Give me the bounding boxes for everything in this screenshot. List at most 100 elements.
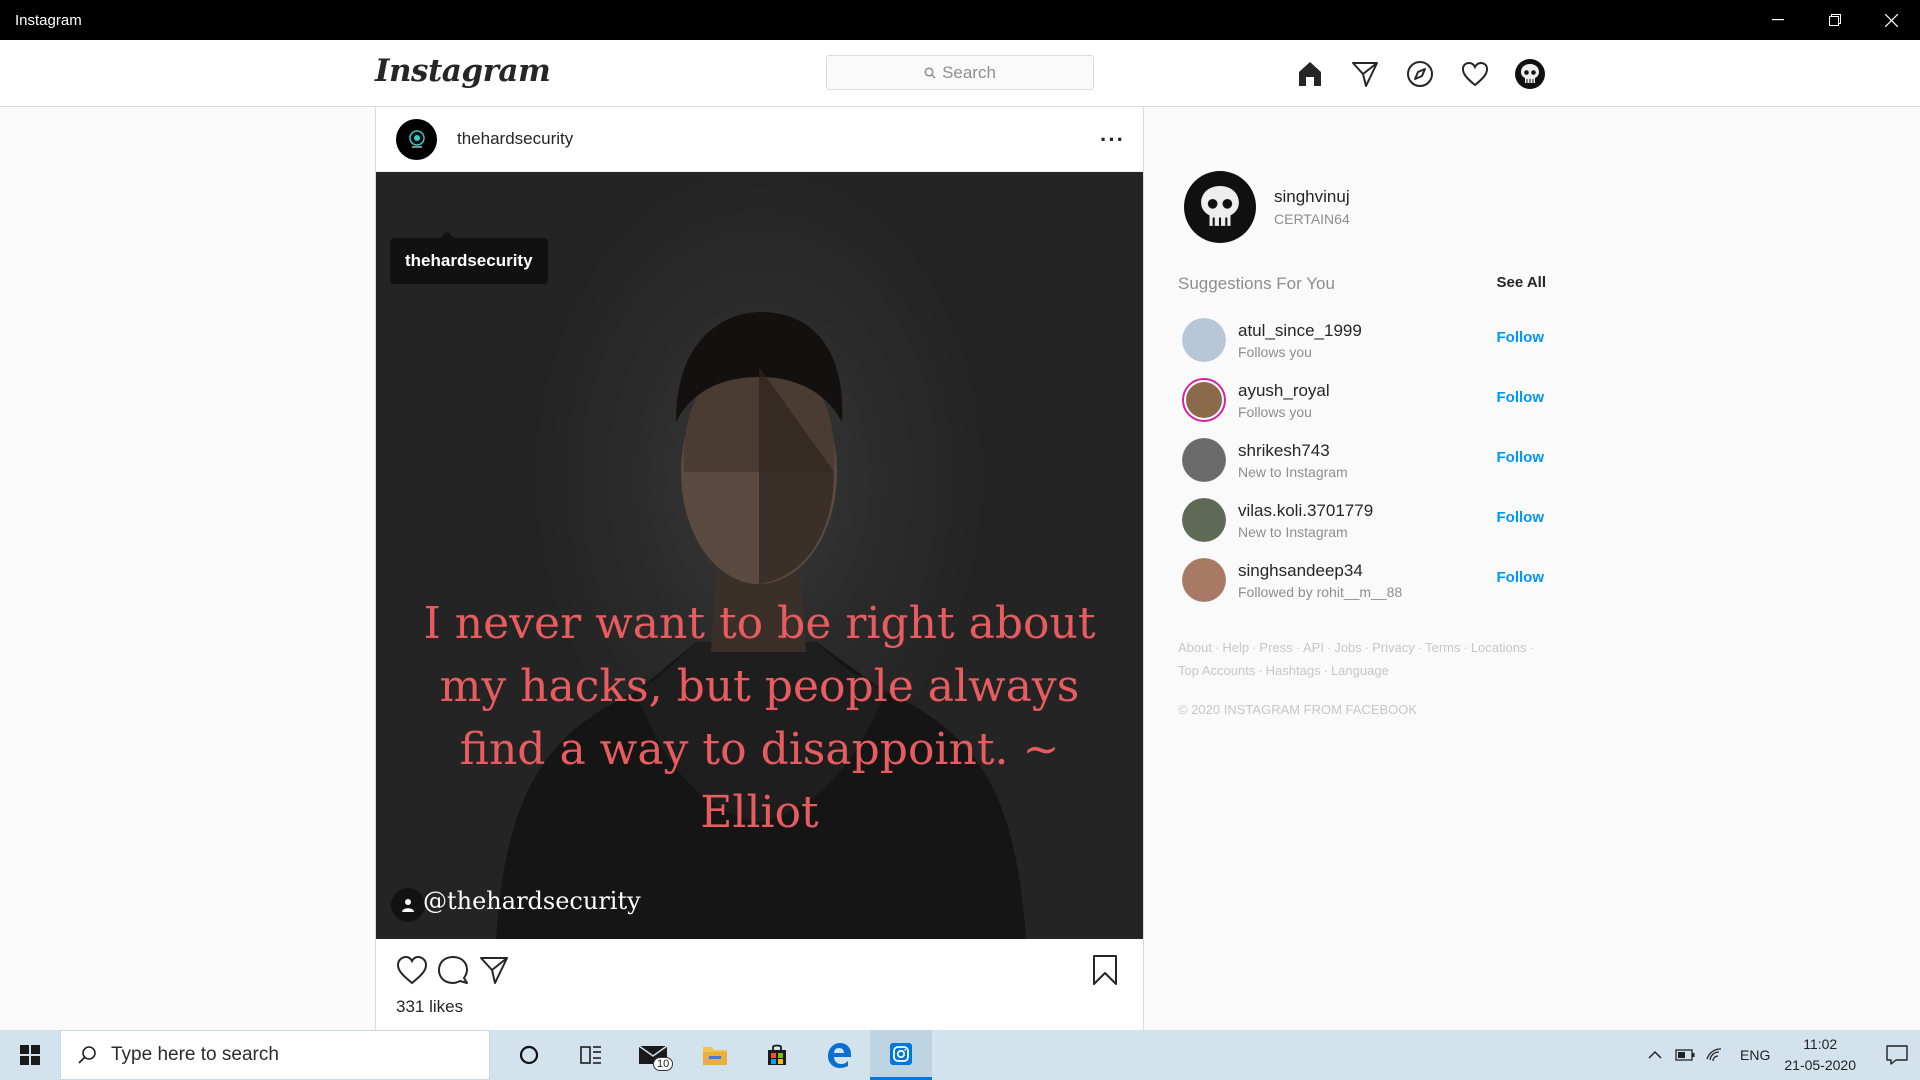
activity-heart-icon[interactable]	[1458, 57, 1492, 91]
suggestion-username[interactable]: singhsandeep34	[1238, 561, 1402, 581]
action-center-icon[interactable]	[1874, 1030, 1920, 1080]
task-view-icon[interactable]	[560, 1030, 622, 1080]
cortana-icon[interactable]	[498, 1030, 560, 1080]
search-placeholder: Search	[942, 62, 996, 82]
share-icon[interactable]	[476, 952, 512, 988]
current-user-avatar[interactable]	[1184, 171, 1256, 243]
clock-time: 11:02	[1803, 1036, 1838, 1052]
explore-icon[interactable]	[1403, 57, 1437, 91]
direct-icon[interactable]	[1348, 57, 1382, 91]
minimize-icon	[1771, 19, 1784, 21]
search-icon	[78, 1046, 96, 1064]
watermark-text: @thehardsecurity	[423, 887, 641, 915]
footer-link-terms[interactable]: Terms	[1425, 640, 1460, 655]
input-language[interactable]: ENG	[1740, 1047, 1770, 1063]
window-title: Instagram	[15, 11, 82, 29]
suggestion-subtitle: New to Instagram	[1238, 523, 1348, 540]
profile-avatar[interactable]	[1513, 57, 1547, 91]
suggestion-username[interactable]: ayush_royal	[1238, 381, 1330, 401]
current-user-username[interactable]: singhvinuj	[1274, 187, 1350, 207]
file-explorer-icon[interactable]	[684, 1030, 746, 1080]
chevron-up-icon[interactable]	[1640, 1030, 1670, 1080]
restore-icon	[1828, 14, 1841, 26]
footer-link-help[interactable]: Help	[1222, 640, 1249, 655]
wifi-icon[interactable]	[1700, 1030, 1730, 1080]
post-card: thehardsecurity ··· thehardsecurity I ne…	[375, 107, 1144, 1030]
suggestion-item: ayush_royal Follows you Follow	[1178, 370, 1546, 430]
post-actions	[394, 952, 1125, 992]
comment-icon[interactable]	[435, 952, 471, 988]
battery-icon[interactable]	[1670, 1030, 1700, 1080]
follow-button[interactable]: Follow	[1497, 569, 1545, 586]
edge-browser-icon[interactable]	[808, 1030, 870, 1080]
follow-button[interactable]: Follow	[1497, 329, 1545, 346]
suggestion-avatar[interactable]	[1182, 318, 1226, 362]
post-image[interactable]: thehardsecurity I never want to be right…	[376, 172, 1143, 939]
tag-tooltip[interactable]: thehardsecurity	[390, 231, 548, 284]
taskbar-search-input[interactable]: Type here to search	[60, 1030, 490, 1080]
post-author-username[interactable]: thehardsecurity	[457, 129, 573, 149]
suggestion-avatar[interactable]	[1182, 438, 1226, 482]
tagged-user-icon[interactable]	[391, 888, 425, 922]
home-icon[interactable]	[1293, 57, 1327, 91]
suggestion-subtitle: Followed by rohit__m__88	[1238, 583, 1403, 600]
clock-date: 21-05-2020	[1784, 1057, 1856, 1073]
post-author-avatar[interactable]	[396, 118, 437, 160]
current-user-name: CERTAIN64	[1274, 211, 1350, 227]
system-tray: ENG 11:02 21-05-2020	[1640, 1030, 1920, 1080]
taskbar-apps: 10	[498, 1030, 932, 1080]
close-button[interactable]	[1863, 0, 1920, 40]
footer-link-api[interactable]: API	[1303, 640, 1324, 655]
follow-button[interactable]: Follow	[1497, 449, 1545, 466]
footer-link-about[interactable]: About	[1178, 640, 1212, 655]
taskbar-search-placeholder: Type here to search	[111, 1044, 279, 1065]
search-input[interactable]: Search	[826, 55, 1094, 90]
right-sidebar: singhvinuj CERTAIN64 Suggestions For You…	[1178, 170, 1548, 717]
footer-link-locations[interactable]: Locations	[1471, 640, 1527, 655]
restore-button[interactable]	[1806, 0, 1863, 40]
suggestion-avatar-story-ring[interactable]	[1182, 378, 1226, 422]
quote-text: I never want to be right about my hacks,…	[423, 598, 1096, 838]
mail-icon[interactable]: 10	[622, 1030, 684, 1080]
footer-link-privacy[interactable]: Privacy	[1372, 640, 1415, 655]
minimize-button[interactable]	[1749, 0, 1806, 40]
system-clock[interactable]: 11:02 21-05-2020	[1784, 1034, 1856, 1076]
suggestion-avatar[interactable]	[1182, 558, 1226, 602]
mail-badge: 10	[653, 1057, 674, 1071]
footer-link-jobs[interactable]: Jobs	[1334, 640, 1361, 655]
window-titlebar: Instagram	[0, 0, 1920, 40]
see-all-link[interactable]: See All	[1497, 274, 1546, 294]
current-user: singhvinuj CERTAIN64	[1178, 170, 1548, 244]
suggestion-avatar[interactable]	[1182, 498, 1226, 542]
close-icon	[1885, 13, 1898, 27]
instagram-header: Instagram Search	[0, 40, 1920, 107]
save-bookmark-icon[interactable]	[1087, 952, 1123, 988]
footer-link-hashtags[interactable]: Hashtags	[1266, 663, 1321, 678]
copyright-text: © 2020 INSTAGRAM FROM FACEBOOK	[1178, 702, 1418, 717]
suggestions-header: Suggestions For You See All	[1178, 274, 1546, 294]
suggestion-subtitle: New to Instagram	[1238, 463, 1348, 480]
suggestion-username[interactable]: shrikesh743	[1238, 441, 1348, 461]
suggestion-username[interactable]: atul_since_1999	[1238, 321, 1362, 341]
suggestion-item: atul_since_1999 Follows you Follow	[1178, 310, 1546, 370]
post-header: thehardsecurity ···	[376, 107, 1143, 172]
skull-icon	[1521, 64, 1539, 83]
footer-link-press[interactable]: Press	[1259, 640, 1292, 655]
store-icon[interactable]	[746, 1030, 808, 1080]
windows-taskbar: Type here to search 10 ENG 11:02 21-05-2…	[0, 1030, 1920, 1080]
start-button[interactable]	[0, 1030, 60, 1080]
search-icon	[924, 66, 936, 79]
more-options-icon[interactable]: ···	[1100, 127, 1125, 153]
follow-button[interactable]: Follow	[1497, 509, 1545, 526]
suggestions-list: atul_since_1999 Follows you Follow ayush…	[1178, 310, 1546, 610]
instagram-logo[interactable]: Instagram	[375, 53, 551, 89]
footer-link-language[interactable]: Language	[1331, 663, 1389, 678]
header-nav	[1293, 57, 1547, 91]
likes-count[interactable]: 331 likes	[396, 997, 463, 1017]
suggestion-item: vilas.koli.3701779 New to Instagram Foll…	[1178, 490, 1546, 550]
suggestion-username[interactable]: vilas.koli.3701779	[1238, 501, 1373, 521]
instagram-taskbar-icon[interactable]	[870, 1030, 932, 1080]
footer-link-top-accounts[interactable]: Top Accounts	[1178, 663, 1255, 678]
follow-button[interactable]: Follow	[1497, 389, 1545, 406]
like-heart-icon[interactable]	[394, 952, 430, 988]
